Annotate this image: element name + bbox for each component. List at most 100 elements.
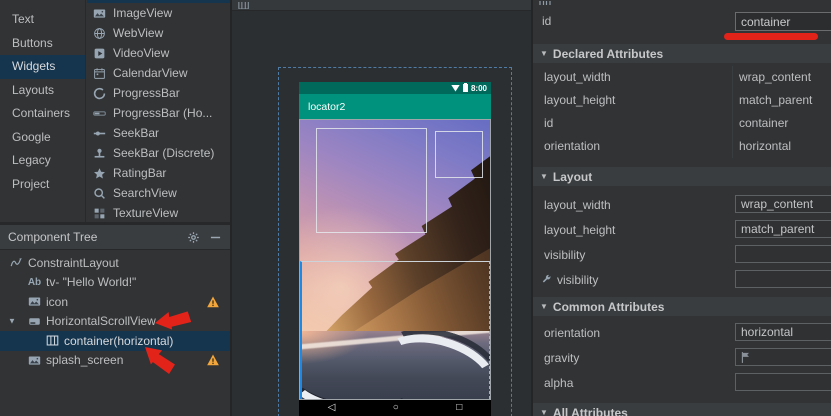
attribute-value-field[interactable]: match_parent	[735, 220, 831, 238]
attribute-row: layout_width wrap_content	[533, 192, 831, 217]
attribute-name: layout_height	[544, 223, 615, 237]
home-icon[interactable]: ○	[393, 403, 399, 413]
device-grid-icon[interactable]	[238, 0, 250, 9]
component-tree-item[interactable]: ▼ HorizontalScrollView	[0, 312, 230, 332]
attribute-row: orientation horizontal	[533, 320, 831, 345]
status-time: 8:00	[471, 84, 487, 93]
palette-widget-label: SeekBar	[113, 126, 159, 140]
layout-attributes-rows: layout_width wrap_content layout_height …	[533, 192, 831, 292]
palette-panel: TextButtons Widgets Layouts Containers Googl…	[0, 0, 230, 222]
warning-icon[interactable]	[206, 295, 220, 308]
attribute-name: visibility	[557, 273, 598, 287]
view-bounds-rect-2[interactable]	[435, 131, 483, 178]
attribute-name: orientation	[544, 135, 600, 158]
flag-icon	[741, 352, 751, 363]
palette-category[interactable]: Legacy	[0, 149, 85, 173]
palette-widget-item[interactable]: SeekBar (Discrete)	[87, 143, 230, 163]
attribute-value: horizontal	[741, 325, 793, 339]
component-tree-item-label: container(horizontal)	[64, 334, 173, 348]
component-tree-item[interactable]: Ab tv- "Hello World!"	[0, 273, 230, 293]
gear-icon[interactable]	[186, 230, 200, 244]
palette-category[interactable]: Google	[0, 126, 85, 150]
palette-widget-label: CalendarView	[113, 66, 188, 80]
attribute-value-field[interactable]	[735, 373, 831, 391]
component-tree-item[interactable]: icon	[0, 292, 230, 312]
palette-widget-label: RatingBar	[113, 166, 166, 180]
device-app-bar: locator2	[299, 94, 491, 119]
palette-category[interactable]: Project	[0, 173, 85, 197]
warning-icon[interactable]	[206, 354, 220, 367]
collapse-arrow-icon: ▼	[540, 172, 548, 181]
palette-widget-item[interactable]: VideoView	[87, 43, 230, 63]
id-input[interactable]	[735, 12, 831, 31]
device-nav-bar: ◁ ○ □	[299, 400, 491, 416]
attribute-value-field[interactable]: wrap_content	[735, 195, 831, 213]
palette-widget-item[interactable]: TextureView	[87, 203, 230, 222]
attribute-row: layout_width wrap_content	[533, 66, 831, 89]
attributes-panel: id ▼ Declared Attributes layout_width wr…	[531, 0, 831, 416]
attribute-value[interactable]: match_parent	[739, 89, 812, 112]
attribute-row: alpha	[533, 370, 831, 395]
design-canvas[interactable]: 8:00 locator2	[230, 0, 531, 416]
attribute-name: visibility	[544, 248, 585, 262]
device-preview[interactable]: 8:00 locator2	[299, 82, 491, 416]
imageview-icon	[92, 6, 107, 20]
section-header-all-attributes[interactable]: ▼ All Attributes	[533, 403, 831, 416]
attribute-value-field[interactable]	[735, 348, 831, 366]
palette-widget-item[interactable]: SeekBar	[87, 123, 230, 143]
palette-category-label: Containers	[12, 106, 70, 120]
attribute-value: wrap_content	[741, 197, 813, 211]
attribute-value-field[interactable]	[735, 270, 831, 288]
section-header-common-attributes[interactable]: ▼ Common Attributes	[533, 297, 831, 316]
splash-screen-image[interactable]	[299, 119, 491, 400]
searchview-icon	[92, 186, 107, 200]
component-tree-item-label: tv- "Hello World!"	[46, 275, 136, 289]
palette-widget-item[interactable]: CalendarView	[87, 63, 230, 83]
component-tree-item[interactable]: container(horizontal)	[0, 331, 230, 351]
palette-category[interactable]: Containers	[0, 102, 85, 126]
container-selection-bounds[interactable]	[300, 261, 490, 399]
attribute-value[interactable]: container	[739, 112, 788, 135]
recents-icon[interactable]: □	[456, 403, 462, 413]
palette-widget-item[interactable]: ProgressBar (Ho...	[87, 103, 230, 123]
videoview-icon	[92, 46, 107, 60]
app-title: locator2	[308, 101, 345, 113]
section-header-layout[interactable]: ▼ Layout	[533, 167, 831, 186]
attribute-value-field[interactable]	[735, 245, 831, 263]
component-tree-list: ConstraintLayout Ab tv- "Hello World!" i…	[0, 253, 230, 370]
palette-widget-label: VideoView	[113, 46, 169, 60]
palette-category[interactable]: Widgets	[0, 55, 85, 79]
attribute-name: orientation	[544, 326, 600, 340]
component-tree-title: Component Tree	[8, 230, 97, 244]
section-header-declared-attributes[interactable]: ▼ Declared Attributes	[533, 44, 831, 63]
expander-arrow-icon[interactable]: ▼	[8, 317, 18, 326]
palette-category[interactable]: Layouts	[0, 79, 85, 103]
component-tree-item[interactable]: splash_screen	[0, 351, 230, 371]
palette-category-list: TextButtons Widgets Layouts Containers Googl…	[0, 0, 86, 222]
palette-category-label: Widgets	[12, 59, 55, 73]
attribute-row: gravity	[533, 345, 831, 370]
component-tree-item[interactable]: ConstraintLayout	[0, 253, 230, 273]
attribute-value[interactable]: wrap_content	[739, 66, 811, 89]
palette-widget-item[interactable]: ImageView	[87, 3, 230, 23]
palette-widget-item[interactable]: SearchView	[87, 183, 230, 203]
palette-category[interactable]: Buttons	[0, 32, 85, 56]
back-icon[interactable]: ◁	[328, 403, 336, 413]
palette-category-label: Project	[12, 177, 49, 191]
minimize-icon[interactable]	[208, 230, 222, 244]
palette-widget-item[interactable]: ProgressBar	[87, 83, 230, 103]
left-panel: TextButtons Widgets Layouts Containers Googl…	[0, 0, 230, 416]
palette-widget-item[interactable]: WebView	[87, 23, 230, 43]
android-studio-layout-editor: TextButtons Widgets Layouts Containers Googl…	[0, 0, 831, 416]
palette-widget-list: ImageView WebView VideoView CalendarView	[87, 0, 230, 222]
attribute-row: visibility	[533, 267, 831, 292]
palette-category-label: Legacy	[12, 153, 51, 167]
ratingbar-icon	[92, 166, 107, 180]
view-bounds-rect-1[interactable]	[316, 128, 427, 233]
attribute-value[interactable]: horizontal	[739, 135, 791, 158]
textureview-icon	[92, 206, 107, 220]
palette-widget-label: ProgressBar (Ho...	[113, 106, 212, 120]
palette-category[interactable]: Text	[0, 8, 85, 32]
palette-widget-item[interactable]: RatingBar	[87, 163, 230, 183]
attribute-value-field[interactable]: horizontal	[735, 323, 831, 341]
